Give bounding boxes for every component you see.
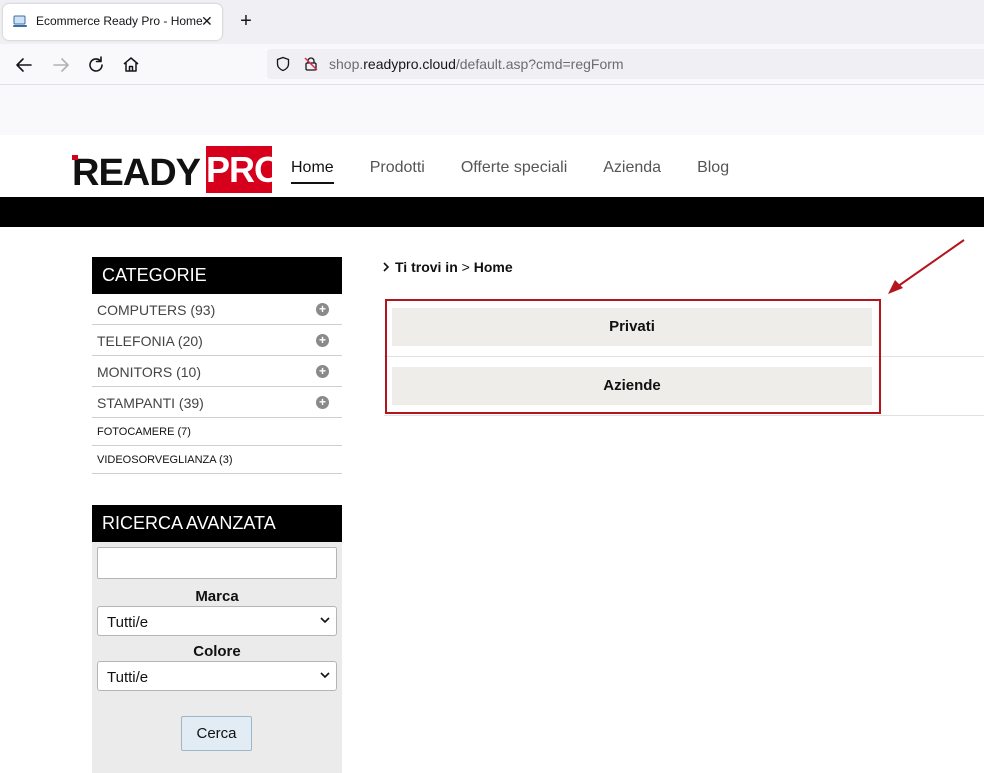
nav-blog[interactable]: Blog — [697, 159, 729, 182]
chevron-down-icon — [320, 672, 330, 679]
annotation-highlight-box — [385, 299, 881, 414]
reload-icon[interactable] — [85, 54, 107, 76]
tab-title: Ecommerce Ready Pro - Home — [36, 14, 203, 28]
browser-toolbar-spacer — [0, 85, 984, 135]
breadcrumb-separator: > — [461, 259, 470, 275]
divider — [384, 415, 984, 416]
browser-tab[interactable]: Ecommerce Ready Pro - Home ✕ — [3, 4, 222, 40]
logo-pro-text: PRO — [206, 146, 282, 193]
expand-plus-icon[interactable]: + — [316, 365, 329, 378]
back-arrow-icon[interactable] — [13, 54, 35, 76]
category-label: MONITORS (10) — [97, 364, 201, 380]
url-subdomain: shop. — [329, 56, 364, 72]
category-label: TELEFONIA (20) — [97, 333, 203, 349]
site-favicon-icon — [13, 15, 27, 27]
url-text[interactable]: shop.readypro.cloud/default.asp?cmd=regF… — [329, 56, 624, 72]
main-nav: Home Prodotti Offerte speciali Azienda Blog — [291, 159, 765, 184]
category-fotocamere[interactable]: FOTOCAMERE (7) — [92, 418, 342, 446]
nav-prodotti[interactable]: Prodotti — [370, 159, 425, 182]
nav-azienda[interactable]: Azienda — [603, 159, 661, 182]
brand-select-value: Tutti/e — [107, 614, 149, 631]
url-domain: readypro.cloud — [363, 56, 456, 72]
expand-plus-icon[interactable]: + — [316, 396, 329, 409]
browser-nav-bar: shop.readypro.cloud/default.asp?cmd=regF… — [0, 44, 984, 85]
category-videosorveglianza[interactable]: VIDEOSORVEGLIANZA (3) — [92, 446, 342, 474]
color-label: Colore — [193, 643, 241, 660]
categories-box: CATEGORIE COMPUTERS (93) + TELEFONIA (20… — [92, 257, 342, 474]
header-black-bar — [0, 197, 984, 227]
expand-plus-icon[interactable]: + — [316, 334, 329, 347]
insecure-lock-icon[interactable] — [303, 56, 319, 72]
home-icon[interactable] — [120, 54, 142, 76]
chevron-right-icon — [383, 262, 390, 272]
category-telefonia[interactable]: TELEFONIA (20) + — [92, 325, 342, 356]
site-header: READY PRO Home Prodotti Offerte speciali Az… — [0, 135, 984, 197]
category-label: FOTOCAMERE (7) — [97, 426, 191, 438]
expand-plus-icon[interactable]: + — [316, 303, 329, 316]
shield-icon[interactable] — [275, 56, 291, 72]
url-bar[interactable]: shop.readypro.cloud/default.asp?cmd=regF… — [267, 49, 984, 79]
category-monitors[interactable]: MONITORS (10) + — [92, 356, 342, 387]
categories-title: CATEGORIE — [92, 257, 342, 294]
advanced-search-title: RICERCA AVANZATA — [92, 505, 342, 542]
brand-select[interactable]: Tutti/e — [97, 606, 337, 636]
category-computers[interactable]: COMPUTERS (93) + — [92, 294, 342, 325]
logo-ready-text: READY — [72, 152, 201, 194]
category-label: VIDEOSORVEGLIANZA (3) — [97, 454, 233, 466]
color-select[interactable]: Tutti/e — [97, 661, 337, 691]
category-label: STAMPANTI (39) — [97, 395, 204, 411]
brand-label: Marca — [195, 588, 239, 605]
search-input[interactable] — [97, 547, 337, 579]
chevron-down-icon — [320, 617, 330, 624]
color-select-value: Tutti/e — [107, 669, 149, 686]
category-stampanti[interactable]: STAMPANTI (39) + — [92, 387, 342, 418]
tab-close-button[interactable]: ✕ — [201, 13, 213, 29]
nav-offerte-speciali[interactable]: Offerte speciali — [461, 159, 567, 182]
breadcrumb-prefix: Ti trovi in — [395, 259, 458, 275]
browser-tab-bar: Ecommerce Ready Pro - Home ✕ + — [0, 0, 984, 44]
new-tab-button[interactable]: + — [236, 10, 256, 32]
search-submit-button[interactable]: Cerca — [181, 716, 252, 751]
breadcrumb: Ti trovi in > Home — [382, 259, 513, 275]
category-label: COMPUTERS (93) — [97, 302, 216, 318]
breadcrumb-current[interactable]: Home — [474, 259, 513, 275]
annotation-arrow-icon — [888, 239, 965, 294]
logo-red-mark — [72, 155, 78, 160]
advanced-search-box: RICERCA AVANZATA Marca Tutti/e Colore Tu… — [92, 505, 342, 773]
nav-home[interactable]: Home — [291, 159, 334, 184]
forward-arrow-icon[interactable] — [50, 54, 72, 76]
url-path: /default.asp?cmd=regForm — [455, 56, 624, 72]
